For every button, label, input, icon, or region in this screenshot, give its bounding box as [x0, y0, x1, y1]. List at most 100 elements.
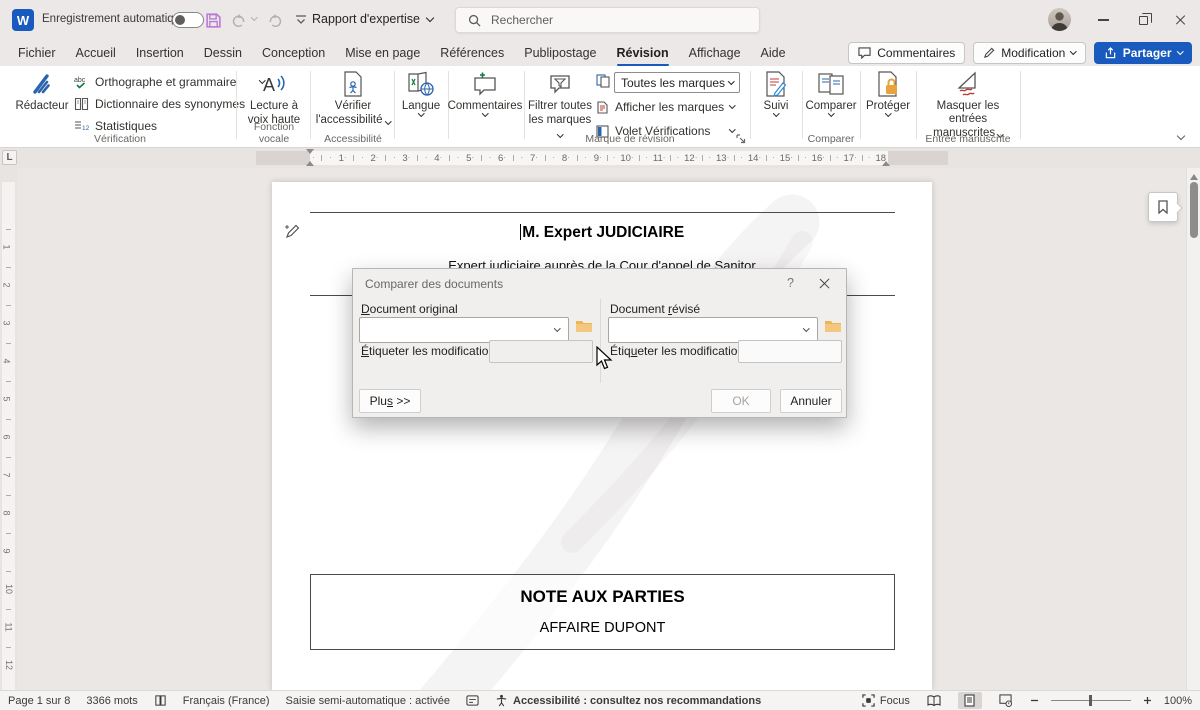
compare-documents-dialog[interactable]: Comparer des documents ? Document origin…	[352, 268, 847, 418]
page-indicator[interactable]: Page 1 sur 8	[8, 695, 70, 707]
new-comment-button[interactable]: Commentaires	[452, 69, 518, 116]
editing-mode-button[interactable]: Modification	[973, 42, 1086, 64]
tab-dessin[interactable]: Dessin	[194, 42, 252, 64]
hide-ink-label-1: Masquer les entrées	[920, 100, 1016, 126]
check-accessibility-button[interactable]: Vérifier l'accessibilité	[314, 69, 392, 127]
original-tag-input[interactable]	[489, 340, 593, 363]
search-input[interactable]: Rechercher	[455, 7, 760, 33]
document-title[interactable]: Rapport d'expertise	[312, 12, 433, 26]
dialog-help-button[interactable]: ?	[787, 276, 794, 290]
tracking-dialog-launcher-icon[interactable]	[736, 134, 746, 144]
h-ruler-numbers: ··1··2··3··4··5··6··7··8··9··10··11··12·…	[310, 151, 888, 165]
scroll-up-icon[interactable]	[1190, 170, 1198, 180]
tab-références[interactable]: Références	[430, 42, 514, 64]
accessibility-icon	[495, 694, 508, 707]
vertical-ruler[interactable]: 123456789101112	[0, 168, 17, 690]
statistics-label: Statistiques	[95, 119, 157, 133]
zoom-in-button[interactable]	[1143, 696, 1152, 705]
minimize-button[interactable]	[1082, 0, 1124, 40]
editing-mode-label: Modification	[1001, 46, 1065, 60]
note-aux-parties-box[interactable]: NOTE AUX PARTIES AFFAIRE DUPONT	[310, 574, 895, 650]
right-indent-marker[interactable]	[882, 157, 890, 166]
share-button[interactable]: Partager	[1094, 42, 1192, 64]
zoom-slider-thumb[interactable]	[1089, 695, 1093, 706]
compare-button[interactable]: Comparer	[806, 69, 856, 116]
thesaurus-button[interactable]: Dictionnaire des synonymes	[74, 94, 245, 114]
focus-mode-button[interactable]: Focus	[862, 694, 910, 707]
markup-view-select[interactable]: Toutes les marques	[614, 72, 740, 93]
revised-browse-folder-icon[interactable]	[824, 319, 844, 335]
avatar[interactable]	[1048, 8, 1071, 31]
track-changes-icon	[763, 69, 789, 99]
tab-accueil[interactable]: Accueil	[66, 42, 126, 64]
group-voice-label: Fonction vocale	[240, 121, 308, 145]
print-layout-button[interactable]	[958, 692, 982, 709]
doc-heading-text: M. Expert JUDICIAIRE	[522, 224, 684, 241]
zoom-slider[interactable]	[1051, 700, 1131, 701]
word-count[interactable]: 3366 mots	[86, 695, 137, 707]
thesaurus-book-icon	[74, 97, 89, 111]
tab-publipostage[interactable]: Publipostage	[514, 42, 606, 64]
word-logo-icon[interactable]: W	[12, 9, 34, 31]
doc-heading[interactable]: M. Expert JUDICIAIRE	[272, 224, 932, 242]
track-changes-chevron-icon	[773, 110, 779, 116]
autocomplete-indicator[interactable]: Saisie semi-automatique : activée	[286, 695, 450, 707]
check-accessibility-label-2: l'accessibilité	[316, 114, 383, 126]
accessibility-status[interactable]: Accessibilité : consultez nos recommanda…	[495, 694, 761, 707]
proofing-icon[interactable]	[154, 694, 167, 707]
show-markup-chevron-icon	[729, 102, 735, 108]
ok-button[interactable]: OK	[711, 389, 771, 413]
tab-révision[interactable]: Révision	[607, 42, 679, 64]
more-button[interactable]: Plus >>	[359, 389, 421, 413]
original-browse-folder-icon[interactable]	[575, 319, 595, 335]
zoom-out-button[interactable]	[1030, 696, 1039, 705]
compare-icon	[817, 69, 845, 99]
read-mode-button[interactable]	[922, 692, 946, 709]
autosave-toggle[interactable]	[172, 12, 204, 28]
document-page[interactable]: M. Expert JUDICIAIRE Expert judiciaire a…	[272, 182, 932, 690]
vertical-scrollbar[interactable]	[1186, 168, 1200, 690]
collapse-ribbon-icon[interactable]	[1177, 132, 1185, 140]
tab-affichage[interactable]: Affichage	[679, 42, 751, 64]
undo-icon[interactable]	[228, 10, 250, 30]
redo-icon[interactable]	[264, 10, 286, 30]
statusbar: Page 1 sur 8 3366 mots Français (France)…	[0, 690, 1200, 710]
restore-button[interactable]	[1122, 0, 1164, 40]
dialog-close-icon[interactable]	[818, 276, 832, 290]
comments-button[interactable]: Commentaires	[848, 42, 965, 64]
read-aloud-button[interactable]: A Lecture à voix haute	[242, 69, 306, 127]
tab-conception[interactable]: Conception	[252, 42, 335, 64]
language-indicator[interactable]: Français (France)	[183, 695, 270, 707]
autosave-label: Enregistrement automatique	[42, 13, 186, 25]
undo-dropdown-icon[interactable]	[251, 14, 257, 20]
filter-markup-button[interactable]: Filtrer toutes les marques	[528, 69, 592, 141]
horizontal-ruler[interactable]: ··1··2··3··4··5··6··7··8··9··10··11··12·…	[256, 151, 948, 165]
tab-selector[interactable]: L	[2, 150, 17, 165]
zoom-level[interactable]: 100%	[1164, 695, 1192, 707]
redacteur-button[interactable]: Rédacteur	[14, 69, 70, 113]
hanging-indent-marker[interactable]	[306, 157, 314, 166]
track-changes-button[interactable]: Suivi	[754, 69, 798, 116]
customize-quick-access-icon[interactable]	[290, 10, 312, 30]
statistics-icon: 123	[74, 119, 89, 133]
protect-button[interactable]: Protéger	[864, 69, 912, 116]
tab-fichier[interactable]: Fichier	[8, 42, 66, 64]
cancel-button[interactable]: Annuler	[780, 389, 842, 413]
bookmark-flyout-button[interactable]	[1148, 192, 1178, 222]
dialog-divider	[600, 299, 601, 383]
close-button[interactable]	[1160, 0, 1200, 40]
tab-mise-en-page[interactable]: Mise en page	[335, 42, 430, 64]
tab-aide[interactable]: Aide	[751, 42, 796, 64]
language-button[interactable]: Langue	[398, 69, 444, 116]
scrollbar-thumb[interactable]	[1190, 182, 1198, 238]
save-icon[interactable]	[202, 10, 224, 30]
show-markup-button[interactable]: Afficher les marques	[596, 97, 735, 117]
revised-tag-input[interactable]	[738, 340, 842, 363]
web-layout-button[interactable]	[994, 692, 1018, 709]
hide-ink-button[interactable]: Masquer les entrées manuscrites	[920, 69, 1016, 141]
header-rule-top	[310, 212, 895, 213]
ribbon: Rédacteur abc Orthographe et grammaire D…	[0, 66, 1200, 148]
tab-insertion[interactable]: Insertion	[126, 42, 194, 64]
text-predictions-icon[interactable]	[466, 694, 479, 707]
protect-icon	[875, 69, 901, 99]
